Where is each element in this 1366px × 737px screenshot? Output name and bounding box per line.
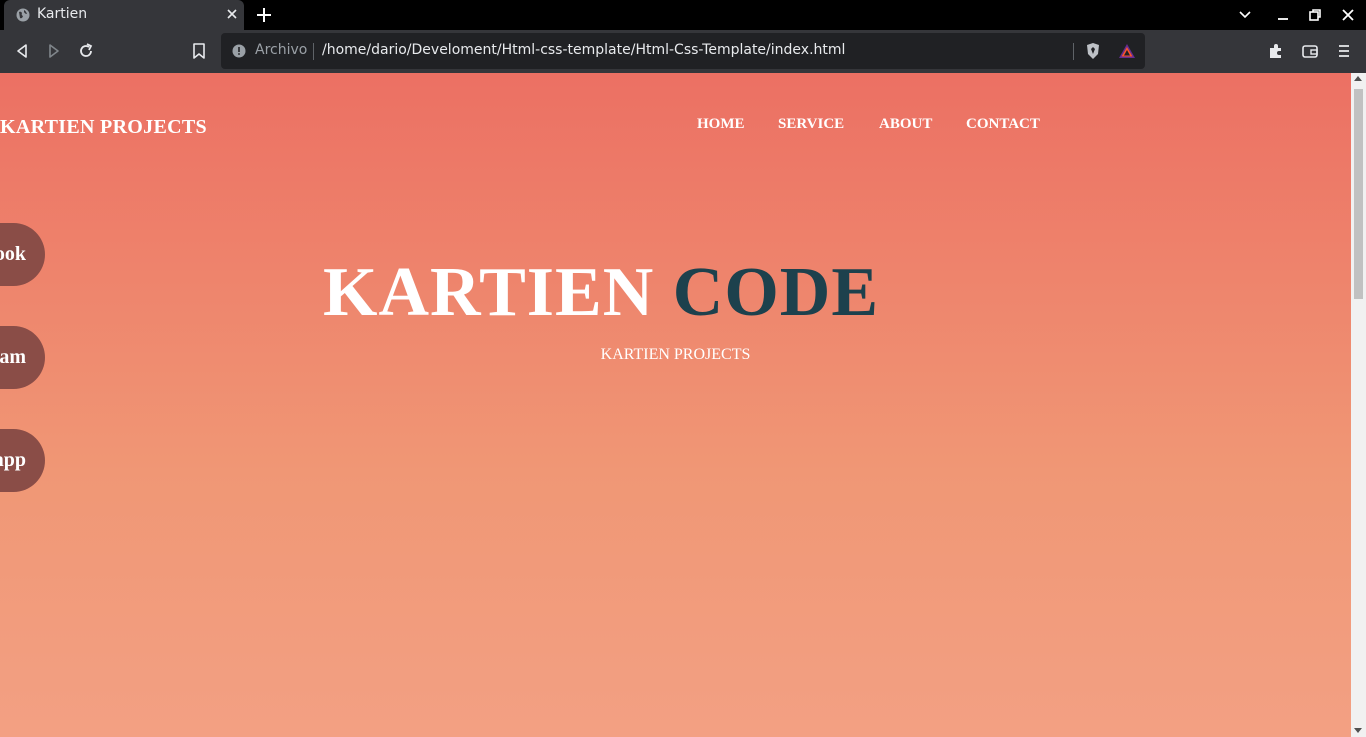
hero-title-accent: CODE xyxy=(672,254,880,331)
restore-icon[interactable] xyxy=(1306,6,1324,24)
site-brand[interactable]: KARTIEN PROJECTS xyxy=(0,116,207,139)
social-button-whatsapp[interactable]: app xyxy=(0,429,45,492)
security-label: Archivo xyxy=(255,42,308,58)
brave-rewards-icon[interactable] xyxy=(1117,41,1137,61)
social-label: app xyxy=(0,449,26,471)
tab-strip: Kartien xyxy=(0,0,1366,30)
page-viewport: KARTIEN PROJECTS HOME SERVICE ABOUT CONT… xyxy=(0,73,1351,737)
omnibox-divider xyxy=(313,43,314,60)
nav-service[interactable]: SERVICE xyxy=(778,116,844,133)
omnibox-divider-right xyxy=(1073,43,1074,60)
close-window-icon[interactable] xyxy=(1339,6,1357,24)
menu-icon[interactable] xyxy=(1334,41,1354,61)
extensions-icon[interactable] xyxy=(1266,41,1286,61)
browser-tab[interactable]: Kartien xyxy=(4,0,244,30)
globe-icon xyxy=(16,8,30,22)
scrollbar-thumb[interactable] xyxy=(1354,89,1363,299)
scroll-down-arrow[interactable] xyxy=(1354,728,1362,733)
new-tab-icon[interactable] xyxy=(254,5,274,25)
wallet-icon[interactable] xyxy=(1300,41,1320,61)
forward-icon[interactable] xyxy=(44,41,64,61)
chevron-down-icon[interactable] xyxy=(1236,6,1254,24)
hero-title: KARTIEN CODE xyxy=(323,253,879,333)
vertical-scrollbar[interactable] xyxy=(1351,73,1366,737)
info-icon[interactable] xyxy=(232,44,246,58)
nav-home[interactable]: HOME xyxy=(697,116,745,133)
social-button-facebook[interactable]: ook xyxy=(0,223,45,286)
nav-contact[interactable]: CONTACT xyxy=(966,116,1040,133)
back-icon[interactable] xyxy=(12,41,32,61)
hero-title-main: KARTIEN xyxy=(323,254,655,331)
tab-title: Kartien xyxy=(37,6,88,22)
browser-toolbar: Archivo /home/dario/Develoment/Html-css-… xyxy=(0,30,1366,73)
scroll-up-arrow[interactable] xyxy=(1354,76,1362,81)
close-icon[interactable] xyxy=(224,6,240,22)
hero-subtitle: KARTIEN PROJECTS xyxy=(600,346,751,363)
social-label: ook xyxy=(0,243,26,265)
reload-icon[interactable] xyxy=(76,41,96,61)
minimize-icon[interactable] xyxy=(1274,6,1292,24)
nav-about[interactable]: ABOUT xyxy=(879,116,932,133)
bookmark-icon[interactable] xyxy=(189,41,209,61)
brave-shield-icon[interactable] xyxy=(1083,41,1103,61)
address-bar[interactable]: Archivo /home/dario/Develoment/Html-css-… xyxy=(221,33,1145,69)
url-text[interactable]: /home/dario/Develoment/Html-css-template… xyxy=(322,42,845,58)
